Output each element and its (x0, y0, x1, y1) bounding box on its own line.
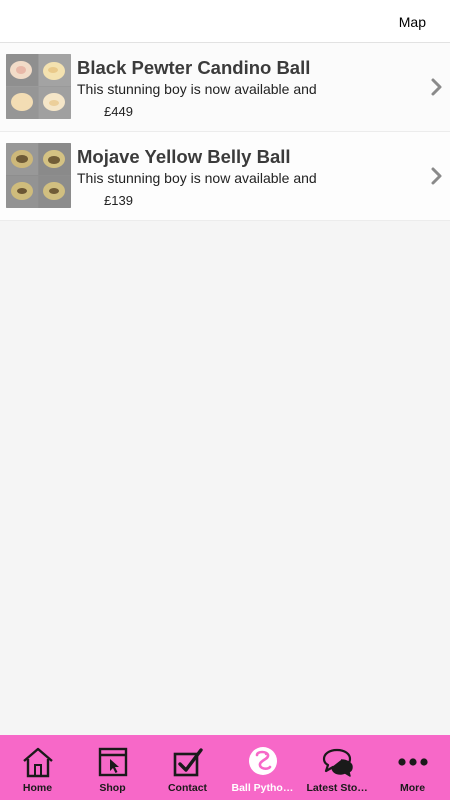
product-title: Black Pewter Candino Ball (77, 57, 311, 78)
tab-ball-pythons[interactable]: Ball Pythons (225, 735, 300, 800)
shop-icon (96, 746, 130, 778)
snake-icon (246, 746, 280, 778)
product-price: £139 (104, 193, 133, 208)
product-title: Mojave Yellow Belly Ball (77, 146, 291, 167)
product-row-mojave[interactable]: Mojave Yellow Belly Ball This stunning b… (0, 132, 450, 221)
product-description: This stunning boy is now available and (77, 81, 317, 97)
tab-home[interactable]: Home (0, 735, 75, 800)
tab-label: Contact (167, 782, 208, 794)
tab-shop[interactable]: Shop (75, 735, 150, 800)
top-bar: Map (0, 0, 450, 43)
product-price: £449 (104, 104, 133, 119)
home-icon (21, 746, 55, 778)
bottom-tab-bar: Home Shop Contact Ball Pythons Latest St… (0, 735, 450, 800)
tab-contact[interactable]: Contact (150, 735, 225, 800)
tab-label: More (399, 782, 426, 794)
chat-bubbles-icon (321, 746, 355, 778)
chevron-right-icon (431, 167, 442, 185)
tab-label: Shop (99, 782, 126, 794)
product-thumbnail (6, 54, 71, 119)
more-icon (396, 746, 430, 778)
chevron-right-icon (431, 78, 442, 96)
product-description: This stunning boy is now available and (77, 170, 317, 186)
tab-label: Home (22, 782, 53, 794)
map-link[interactable]: Map (399, 14, 426, 30)
tab-label: Latest Stoc... (306, 782, 369, 794)
tab-label: Ball Pythons (231, 782, 294, 794)
product-list: Black Pewter Candino Ball This stunning … (0, 43, 450, 221)
tab-more[interactable]: More (375, 735, 450, 800)
product-thumbnail (6, 143, 71, 208)
product-row-black-pewter[interactable]: Black Pewter Candino Ball This stunning … (0, 43, 450, 132)
tab-latest-stock[interactable]: Latest Stoc... (300, 735, 375, 800)
contact-icon (171, 746, 205, 778)
